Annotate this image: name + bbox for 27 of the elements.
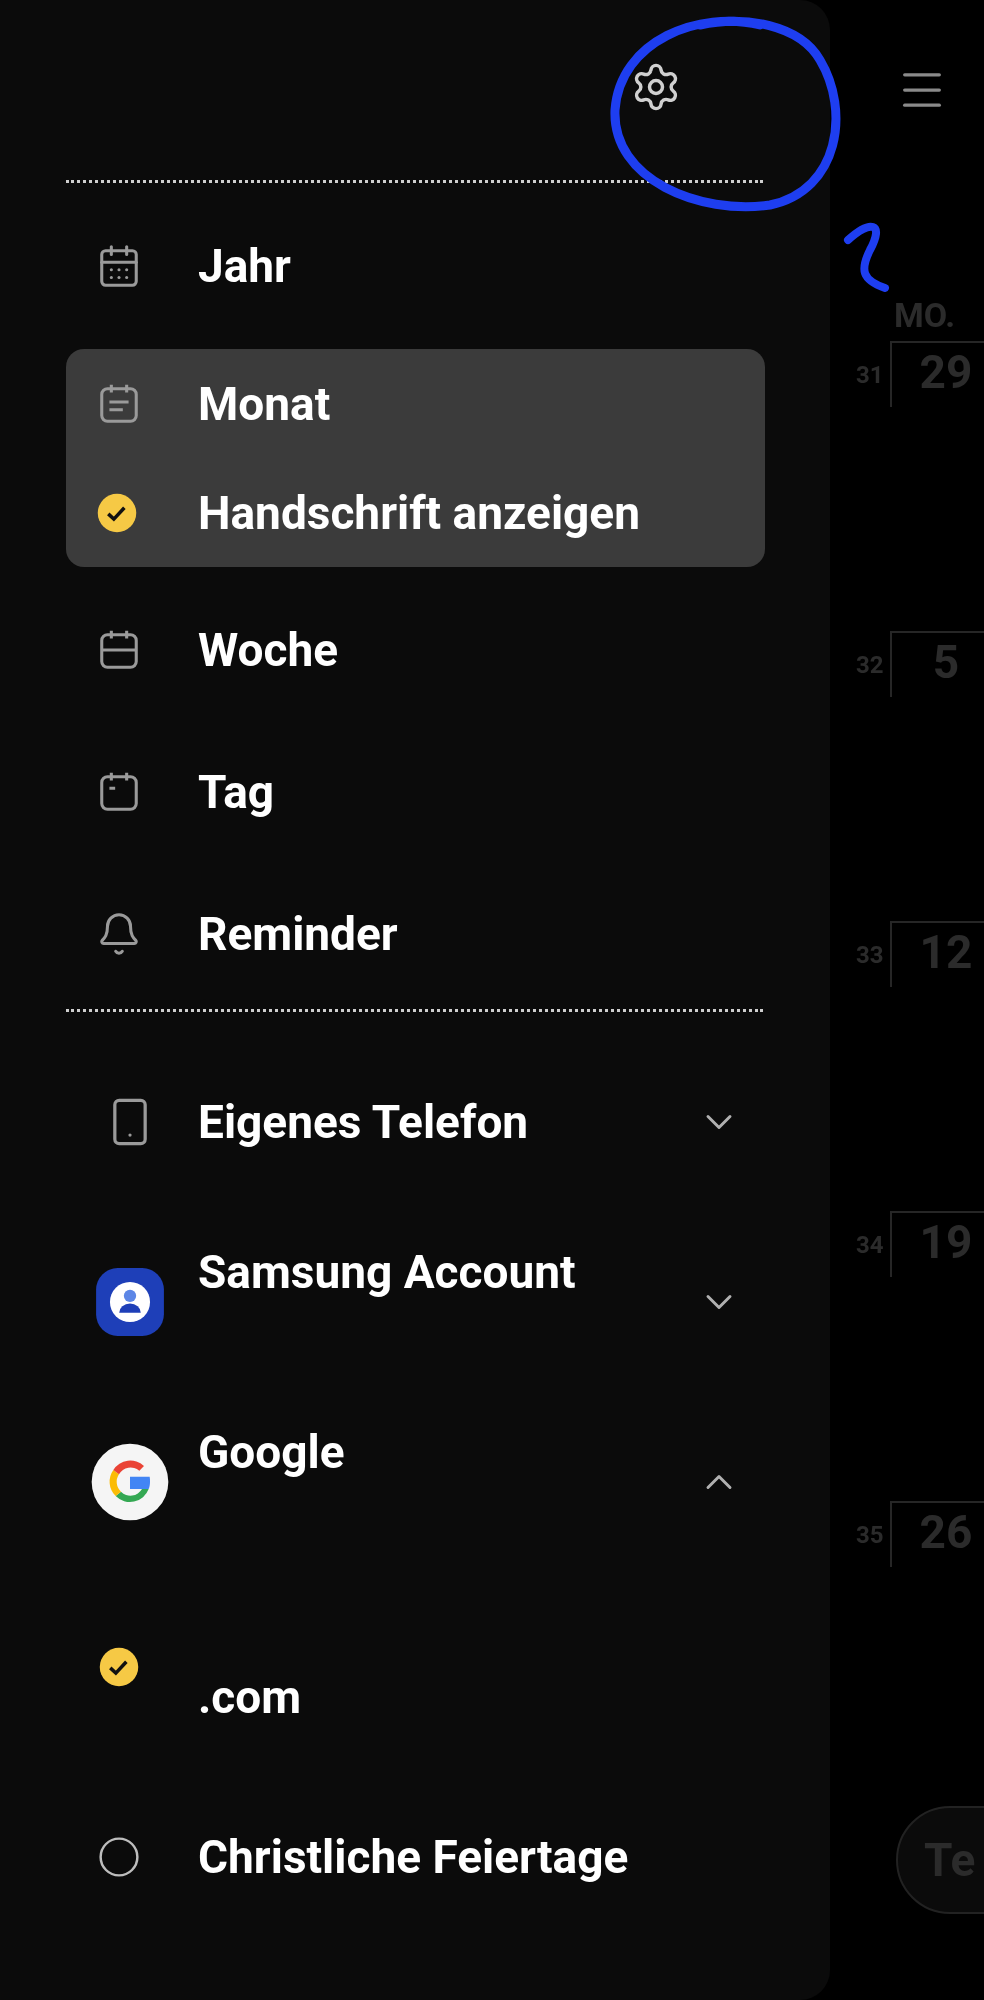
account-name: Samsung Account: [198, 1243, 577, 1301]
check-circle-icon[interactable]: [96, 492, 138, 534]
account-row[interactable]: Eigenes Telefon: [66, 1032, 763, 1212]
calendar-item[interactable]: .com: [66, 1572, 763, 1762]
calendar-name: Christliche Feiertage: [198, 1828, 629, 1886]
radio-circle-icon[interactable]: [98, 1836, 140, 1878]
account-row[interactable]: Google: [66, 1392, 763, 1572]
view-item[interactable]: Woche: [66, 579, 765, 721]
view-label: Tag: [198, 763, 275, 821]
calendar-name: .com: [198, 1668, 302, 1726]
g-logo-icon: [90, 1442, 170, 1522]
account-name: Google: [198, 1423, 346, 1481]
calendar-item[interactable]: Christliche Feiertage: [66, 1762, 763, 1952]
selected-view-item[interactable]: Monat Handschrift anzeigen: [66, 349, 765, 567]
view-item[interactable]: Tag: [66, 721, 765, 863]
view-label: Monat: [198, 375, 331, 433]
option-label: Handschrift anzeigen: [198, 484, 640, 542]
view-item[interactable]: Reminder: [66, 863, 765, 1005]
view-label: Reminder: [198, 905, 398, 963]
person-app-icon: [93, 1265, 167, 1339]
view-item[interactable]: Jahr: [66, 195, 765, 337]
check-circle-icon[interactable]: [98, 1646, 140, 1688]
view-label: Jahr: [198, 237, 291, 295]
pen-stroke: [844, 222, 889, 292]
view-label: Woche: [198, 621, 339, 679]
account-name: Eigenes Telefon: [198, 1093, 530, 1151]
account-row[interactable]: Samsung Account: [66, 1212, 763, 1392]
